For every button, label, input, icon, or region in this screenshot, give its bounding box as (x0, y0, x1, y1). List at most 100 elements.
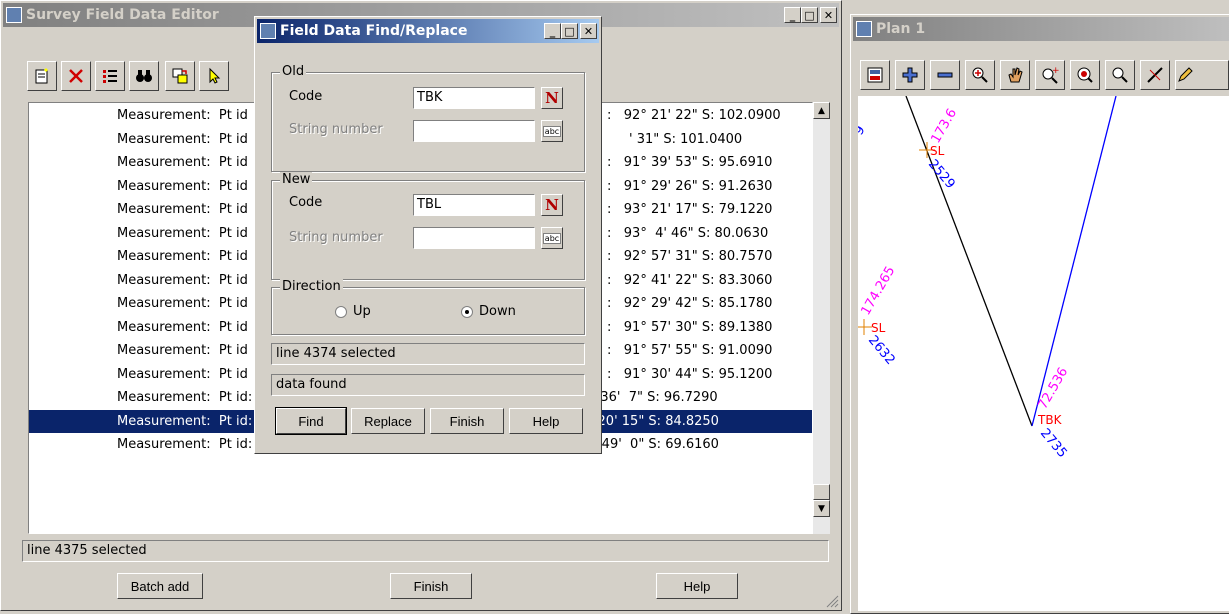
new-string-abc-button[interactable]: abc (541, 227, 563, 249)
measure-icon[interactable] (1140, 60, 1170, 90)
row-text: Measurement: Pt id (117, 108, 248, 123)
dialog-titlebar[interactable]: Field Data Find/Replace _ □ ✕ (257, 19, 599, 43)
window-icon (260, 23, 276, 39)
plan-pan-cross-icon[interactable] (895, 60, 925, 90)
dialog-help-button[interactable]: Help (509, 408, 583, 434)
plan-title: Plan 1 (876, 21, 926, 37)
dialog-status-2: data found (271, 374, 585, 396)
delete-icon[interactable] (61, 61, 91, 91)
abc-icon: abc (542, 125, 562, 137)
zoom-plus-icon[interactable]: + (1035, 60, 1065, 90)
old-code-input[interactable]: TBK (413, 87, 535, 109)
zoom-extent-icon[interactable] (1070, 60, 1100, 90)
editor-status: line 4375 selected (22, 540, 829, 562)
new-code-label: Code (289, 195, 323, 210)
minimize-button[interactable]: _ (784, 7, 801, 23)
dialog-finish-button[interactable]: Finish (430, 408, 504, 434)
row-tail-text: : 91° 30' 44" S: 95.1200 (607, 366, 773, 382)
row-text: Measurement: Pt id (117, 202, 248, 217)
row-tail-text: ' 31" S: 101.0400 (629, 131, 743, 147)
row-tail-text: : 91° 57' 30" S: 89.1380 (607, 319, 773, 335)
list-scrollbar[interactable]: ▲ ▼ (813, 102, 830, 534)
plan-titlebar[interactable]: Plan 1 (853, 17, 1229, 41)
row-text: Measurement: Pt id (117, 249, 248, 264)
plan-window-icon (856, 21, 872, 37)
down-radio-circle (461, 305, 473, 318)
scroll-thumb[interactable] (813, 484, 830, 500)
row-text: Measurement: Pt id (117, 155, 248, 170)
row-tail-text: : 92° 41' 22" S: 83.3060 (607, 272, 773, 288)
zoom-in-icon[interactable] (965, 60, 995, 90)
pan-hand-icon[interactable] (1000, 60, 1030, 90)
new-string-number-input[interactable] (413, 227, 535, 249)
label-174-265: 174.265 (858, 264, 898, 318)
zoom-icon[interactable] (1105, 60, 1135, 90)
row-tail-text: : 91° 57' 55" S: 91.0090 (607, 343, 773, 358)
direction-group-label: Direction (280, 279, 343, 294)
old-string-abc-button[interactable]: abc (541, 120, 563, 142)
close-button[interactable]: ✕ (820, 7, 837, 23)
resize-grip-icon[interactable] (825, 594, 839, 608)
dialog-status-1: line 4374 selected (271, 343, 585, 365)
point-2632-marker (858, 319, 872, 335)
row-tail-text: : 92° 57' 31" S: 80.7570 (607, 249, 773, 264)
new-group-label: New (280, 172, 313, 187)
direction-down-radio[interactable]: Down (461, 304, 516, 319)
new-icon[interactable] (27, 61, 57, 91)
blue-string-line (1031, 96, 1117, 427)
pencil-icon[interactable] (1175, 60, 1229, 90)
old-string-number-input[interactable] (413, 120, 535, 142)
list-icon[interactable] (95, 61, 125, 91)
point-2529-label: 2529 (925, 157, 958, 192)
find-replace-dialog: Field Data Find/Replace _ □ ✕ Old Code T… (254, 16, 602, 454)
row-text: Measurement: Pt id (117, 366, 248, 382)
sl-label-1: SL (930, 144, 945, 158)
row-tail-text: : 93° 21' 17" S: 79.1220 (607, 202, 773, 217)
row-tail-text: : 92° 21' 22" S: 102.0900 (607, 108, 781, 123)
minimize-button[interactable]: _ (544, 23, 561, 39)
row-tail-text: : 93° 4' 46" S: 80.0630 (607, 225, 769, 241)
editor-help-button[interactable]: Help (656, 573, 738, 599)
plan-minus-icon[interactable] (930, 60, 960, 90)
direction-up-radio[interactable]: Up (335, 304, 371, 319)
maximize-button[interactable]: □ (801, 7, 818, 23)
find-binoculars-icon[interactable] (129, 61, 159, 91)
tbk-label: TBK (1037, 413, 1063, 427)
row-text: Measurement: Pt id (117, 319, 248, 335)
row-text: Measurement: Pt id (117, 225, 248, 241)
row-tail-text: : 91° 39' 53" S: 95.6910 (607, 155, 773, 170)
select-pointer-icon[interactable] (199, 61, 229, 91)
dialog-title: Field Data Find/Replace (280, 23, 468, 39)
point-2632-label: 2632 (865, 333, 898, 368)
plan-drawing: 9 173.6 SL 2529 174.265 SL 2632 72.536 T… (858, 96, 1117, 461)
label-173-6: 173.6 (928, 106, 960, 146)
old-code-n-button[interactable]: N (541, 87, 563, 109)
up-label: Up (353, 304, 371, 319)
find-button[interactable]: Find (275, 407, 347, 435)
maximize-button[interactable]: □ (561, 23, 578, 39)
new-code-input[interactable]: TBL (413, 194, 535, 216)
replace-icon[interactable] (165, 61, 195, 91)
row-tail-text: : 92° 29' 42" S: 85.1780 (607, 296, 773, 311)
old-string-number-label: String number (289, 122, 383, 137)
row-text: Measurement: Pt id (117, 296, 248, 311)
old-group-label: Old (280, 64, 307, 79)
old-code-label: Code (289, 89, 323, 104)
scroll-up-arrow[interactable]: ▲ (813, 102, 830, 119)
row-text: Measurement: Pt id (117, 131, 248, 147)
scroll-down-arrow[interactable]: ▼ (813, 500, 830, 517)
close-button[interactable]: ✕ (580, 23, 597, 39)
row-tail-text: : 91° 29' 26" S: 91.2630 (607, 178, 773, 194)
replace-button[interactable]: Replace (351, 408, 425, 434)
new-code-n-button[interactable]: N (541, 194, 563, 216)
direction-group: Direction (271, 279, 585, 335)
editor-finish-button[interactable]: Finish (390, 573, 472, 599)
batch-add-button[interactable]: Batch add (117, 573, 203, 599)
svg-text:+: + (1052, 66, 1059, 76)
down-label: Down (479, 304, 516, 319)
label-72-536: 72.536 (1035, 365, 1071, 412)
plan-canvas[interactable]: 9 173.6 SL 2529 174.265 SL 2632 72.536 T… (858, 96, 1229, 611)
edge-label: 9 (858, 123, 869, 138)
row-text: Measurement: Pt id (117, 178, 248, 194)
plan-save-icon[interactable] (860, 60, 890, 90)
